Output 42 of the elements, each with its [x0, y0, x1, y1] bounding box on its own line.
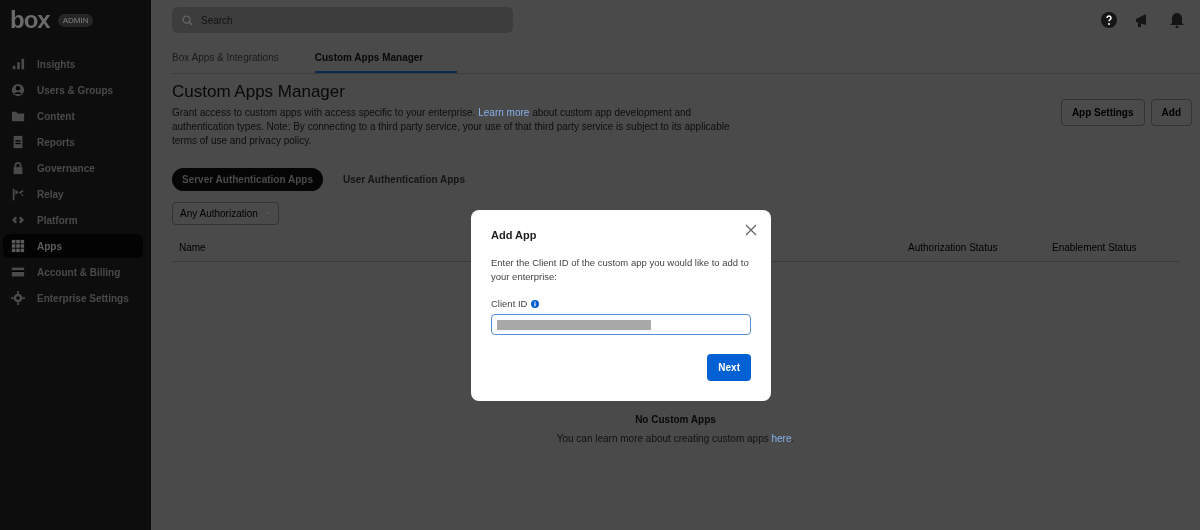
logo: box — [10, 8, 50, 32]
dialog-text: Enter the Client ID of the custom app you would like to add to your enterprise: — [491, 256, 750, 284]
sidebar-item[interactable]: Account & Billing — [3, 260, 143, 284]
settings-icon — [11, 291, 25, 305]
column-header: Authorization Status — [908, 242, 999, 253]
flag-icon — [11, 187, 25, 201]
info-icon[interactable] — [531, 299, 540, 308]
grid-icon — [11, 239, 25, 253]
dialog-title: Add App — [491, 229, 538, 241]
toolbar-button[interactable]: Add — [1150, 99, 1192, 126]
help-icon[interactable] — [1101, 12, 1117, 28]
sidebar-item[interactable]: Apps — [3, 234, 143, 258]
admin-badge: ADMIN — [57, 13, 94, 27]
sidebar-item[interactable]: Governance — [3, 156, 143, 180]
folder-icon — [11, 109, 25, 123]
sidebar-item[interactable]: Relay — [3, 182, 143, 206]
sidebar-item[interactable]: Content — [3, 104, 143, 128]
tab[interactable]: Custom Apps Manager — [314, 46, 458, 73]
sidebar-item[interactable]: Platform — [3, 208, 143, 232]
toolbar-button[interactable]: App Settings — [1060, 99, 1145, 126]
client-id-field[interactable] — [491, 314, 751, 335]
lock-icon — [11, 161, 25, 175]
user-icon — [11, 83, 25, 97]
bar-chart-icon — [11, 57, 25, 71]
column-header: Enablement Status — [1052, 242, 1138, 253]
learn-more-link[interactable]: Learn more — [478, 107, 530, 118]
sidebar-item[interactable]: Insights — [3, 52, 143, 76]
sidebar-item[interactable]: Reports — [3, 130, 143, 154]
sidebar-item[interactable]: Users & Groups — [3, 78, 143, 102]
here-link[interactable]: here — [771, 433, 792, 444]
credit-card-icon — [11, 265, 25, 279]
document-icon — [11, 135, 25, 149]
search-icon — [182, 14, 193, 26]
next-button[interactable]: Next — [707, 354, 751, 381]
column-header: Name — [179, 242, 207, 253]
authorization-dropdown[interactable]: Any Authorization — [172, 202, 279, 225]
field-label: Client ID — [491, 298, 528, 309]
sidebar-item[interactable]: Enterprise Settings — [3, 286, 143, 310]
app-type-tab[interactable]: Server Authentication Apps — [172, 168, 323, 191]
empty-title: No Custom Apps — [634, 414, 717, 425]
page-title: Custom Apps Manager — [172, 82, 346, 102]
close-icon[interactable] — [745, 224, 757, 236]
